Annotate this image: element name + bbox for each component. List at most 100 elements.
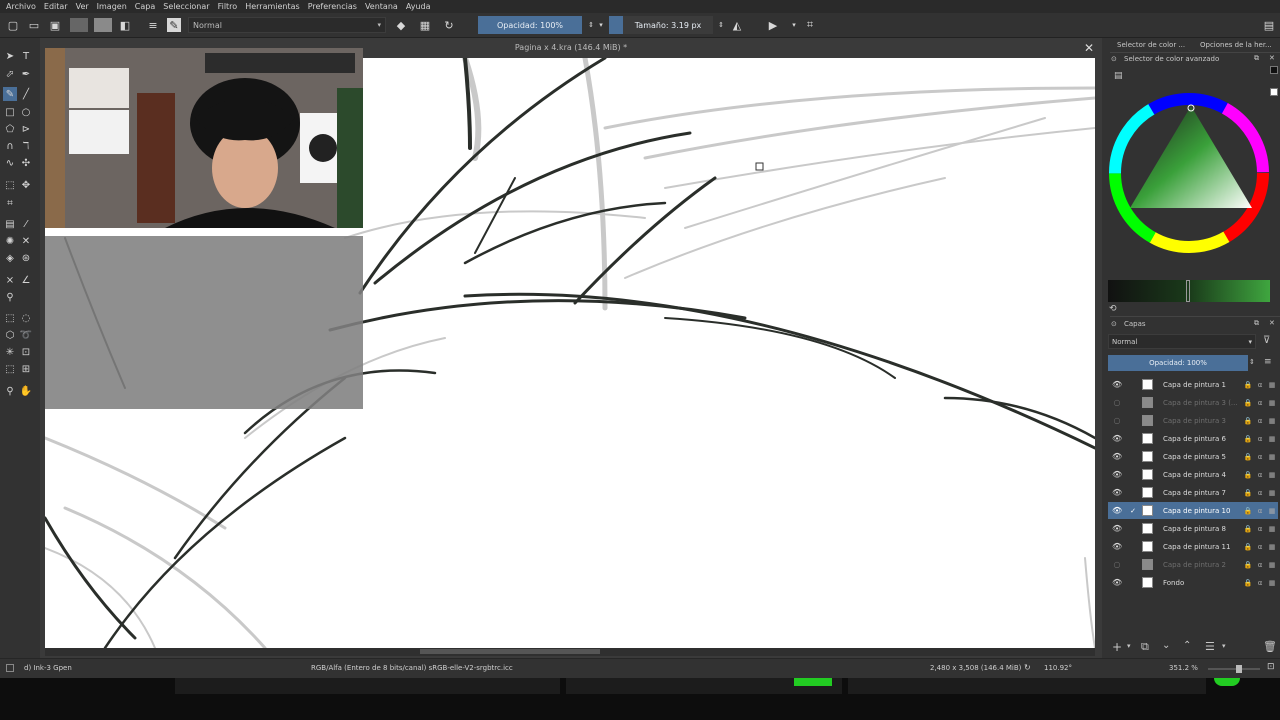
menu-item[interactable]: Preferencias [308, 2, 357, 11]
calligraphy-icon[interactable]: ✒ [19, 67, 33, 81]
layer-row[interactable]: 👁 Capa de pintura 8 🔒 α ▦ [1108, 520, 1278, 537]
zoom-slider[interactable] [1208, 668, 1260, 670]
layer-row[interactable]: 👁 Capa de pintura 1 🔒 α ▦ [1108, 376, 1278, 393]
zoom-tool-icon[interactable]: ⚲ [3, 384, 17, 398]
rectangle-tool-icon[interactable]: □ [3, 105, 17, 119]
measure-tool-icon[interactable]: ∠ [19, 273, 33, 287]
reload-preset-icon[interactable]: ↻ [442, 18, 456, 32]
mirror-vertical-icon[interactable]: ▶ [766, 18, 780, 32]
polygon-tool-icon[interactable]: ⬠ [3, 122, 17, 136]
similar-select-icon[interactable]: ⊡ [19, 345, 33, 359]
taskbar-item[interactable] [175, 678, 560, 694]
lock-icon[interactable]: 🔒 [1242, 381, 1254, 389]
color-wheel[interactable] [1108, 92, 1270, 254]
toolbar-menu-icon[interactable]: ▤ [1262, 18, 1276, 32]
eye-icon[interactable]: 👁 [1112, 488, 1122, 497]
layer-menu-icon[interactable]: ≡ [1264, 357, 1272, 367]
layer-properties-icon[interactable]: ☰ [1205, 640, 1215, 653]
close-panel-icon[interactable]: ✕ [1269, 319, 1275, 327]
pattern-preset-icon[interactable] [94, 18, 112, 32]
opacity-slider[interactable]: Opacidad: 100% [478, 16, 582, 34]
line-tool-icon[interactable]: ╱ [19, 87, 33, 101]
move-layer-up-icon[interactable]: ⌃ [1183, 640, 1191, 651]
enclose-fill-icon[interactable]: ⊛ [19, 251, 33, 265]
chevron-down-icon[interactable]: ▾ [1222, 642, 1226, 650]
chevron-down-icon[interactable]: ▾ [1127, 642, 1131, 650]
alpha-inherit-icon[interactable]: α [1254, 507, 1266, 515]
multibrush-icon[interactable]: ✣ [19, 156, 33, 170]
alpha-lock-icon[interactable]: ▦ [1266, 525, 1278, 533]
lock-icon[interactable]: ⊙ [1111, 320, 1117, 328]
freehand-path-icon[interactable]: ℸ [19, 139, 33, 153]
eye-icon[interactable]: 👁 [1112, 380, 1122, 389]
freehand-select-icon[interactable]: ➰ [19, 328, 33, 342]
lock-icon[interactable]: 🔒 [1242, 489, 1254, 497]
menu-item[interactable]: Ventana [365, 2, 398, 11]
size-slider[interactable]: Tamaño: 3.19 px [623, 16, 713, 34]
layer-row[interactable]: ○ Capa de pintura 2 🔒 α ▦ [1108, 556, 1278, 573]
dynamic-brush-icon[interactable]: ∿ [3, 156, 17, 170]
alpha-lock-icon[interactable]: ▦ [418, 18, 432, 32]
crop-wrap-icon[interactable]: ⌗ [803, 18, 817, 32]
magnetic-select-icon[interactable]: ⊞ [19, 362, 33, 376]
menu-item[interactable]: Capa [135, 2, 155, 11]
alpha-lock-icon[interactable]: ▦ [1266, 471, 1278, 479]
lock-icon[interactable]: 🔒 [1242, 543, 1254, 551]
layer-row[interactable]: 👁 Capa de pintura 6 🔒 α ▦ [1108, 430, 1278, 447]
alpha-inherit-icon[interactable]: α [1254, 471, 1266, 479]
chevron-down-icon[interactable]: ▾ [594, 18, 608, 32]
alpha-inherit-icon[interactable]: α [1254, 561, 1266, 569]
move-layer-down-icon[interactable]: ⌄ [1162, 640, 1170, 651]
alpha-inherit-icon[interactable]: α [1254, 525, 1266, 533]
brush-settings-icon[interactable]: ≡ [146, 18, 160, 32]
color-settings-icon[interactable]: ▤ [1114, 71, 1123, 81]
freehand-brush-icon[interactable]: ✎ [3, 87, 17, 101]
alpha-inherit-icon[interactable]: α [1254, 489, 1266, 497]
eye-icon[interactable]: 👁 [1112, 506, 1122, 515]
blend-mode-select[interactable]: Normal ▾ [188, 17, 386, 33]
lock-icon[interactable]: 🔒 [1242, 471, 1254, 479]
ellipse-select-icon[interactable]: ◌ [19, 311, 33, 325]
bezier-tool-icon[interactable]: ∩ [3, 139, 17, 153]
alpha-lock-icon[interactable]: ▦ [1266, 579, 1278, 587]
alpha-lock-icon[interactable]: ▦ [1266, 399, 1278, 407]
refresh-icon[interactable]: ⟲ [1109, 304, 1117, 314]
menu-item[interactable]: Herramientas [245, 2, 300, 11]
save-icon[interactable]: ▣ [48, 18, 62, 32]
menu-item[interactable]: Filtro [218, 2, 238, 11]
fill-tool-icon[interactable]: ◈ [3, 251, 17, 265]
add-layer-icon[interactable]: + [1112, 640, 1122, 654]
edit-shapes-icon[interactable]: ⬀ [3, 67, 17, 81]
eraser-icon[interactable]: ◆ [394, 18, 408, 32]
lock-icon[interactable]: 🔒 [1242, 453, 1254, 461]
gradient-tool-icon[interactable]: ▤ [3, 217, 17, 231]
layer-row[interactable]: 👁 Capa de pintura 4 🔒 α ▦ [1108, 466, 1278, 483]
menu-item[interactable]: Ver [76, 2, 89, 11]
polygon-select-icon[interactable]: ⬡ [3, 328, 17, 342]
crop-tool-icon[interactable]: ⌗ [3, 196, 17, 210]
eye-hidden-icon[interactable]: ○ [1112, 398, 1122, 407]
new-document-icon[interactable]: ▢ [6, 18, 20, 32]
lock-icon[interactable]: 🔒 [1242, 561, 1254, 569]
lock-icon[interactable]: 🔒 [1242, 507, 1254, 515]
alpha-inherit-icon[interactable]: α [1254, 453, 1266, 461]
lock-icon[interactable]: 🔒 [1242, 399, 1254, 407]
lock-icon[interactable]: ⊙ [1111, 55, 1117, 63]
alpha-inherit-icon[interactable]: α [1254, 417, 1266, 425]
layer-row[interactable]: 👁 Capa de pintura 7 🔒 α ▦ [1108, 484, 1278, 501]
float-panel-icon[interactable]: ⧉ [1254, 54, 1259, 63]
tab-color-selector[interactable]: Selector de color ... [1117, 41, 1185, 52]
alpha-inherit-icon[interactable]: α [1254, 381, 1266, 389]
lock-icon[interactable]: 🔒 [1242, 417, 1254, 425]
smart-patch-icon[interactable]: ✺ [3, 234, 17, 248]
eye-icon[interactable]: 👁 [1112, 452, 1122, 461]
layer-blend-select[interactable]: Normal ▾ [1108, 334, 1256, 349]
layer-row[interactable]: ○ Capa de pintura 3 (... 🔒 α ▦ [1108, 394, 1278, 411]
polyline-tool-icon[interactable]: ⊳ [19, 122, 33, 136]
eye-hidden-icon[interactable]: ○ [1112, 560, 1122, 569]
alpha-lock-icon[interactable]: ▦ [1266, 561, 1278, 569]
layer-row[interactable]: 👁 Capa de pintura 11 🔒 α ▦ [1108, 538, 1278, 555]
layer-row[interactable]: 👁 ✓ Capa de pintura 10 🔒 α ▦ [1108, 502, 1278, 519]
ellipse-tool-icon[interactable]: ○ [19, 105, 33, 119]
open-document-icon[interactable]: ▭ [27, 18, 41, 32]
